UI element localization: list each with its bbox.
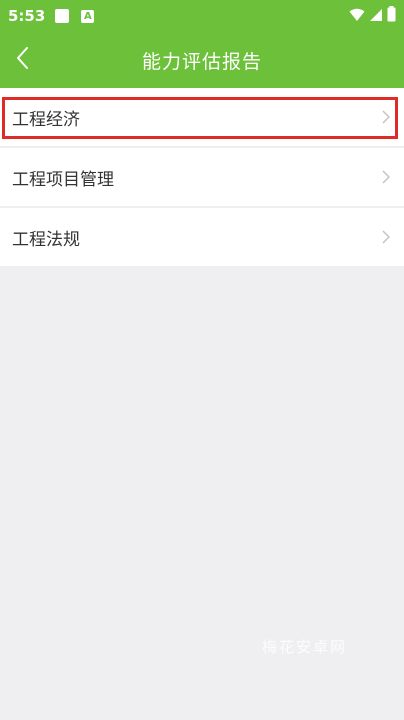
back-button[interactable] [8, 46, 36, 74]
status-icons [349, 6, 396, 26]
chevron-right-icon [382, 110, 392, 124]
chevron-right-icon [382, 230, 392, 244]
page-title: 能力评估报告 [141, 50, 262, 73]
battery-icon [387, 6, 396, 26]
list-item-engineering-economics[interactable]: 工程经济 [0, 88, 404, 146]
notification-icon [55, 9, 70, 23]
cell-signal-icon [369, 7, 383, 26]
status-bar: 5:53 A [0, 0, 404, 32]
list-item-label: 工程经济 [12, 109, 80, 130]
watermark: 梅花安卓网 [262, 638, 348, 656]
list-item-label: 工程项目管理 [12, 169, 114, 190]
status-time: 5:53 [8, 7, 46, 25]
app-bar: 能力评估报告 [0, 32, 404, 88]
chevron-right-icon [382, 170, 392, 184]
list-item-project-management[interactable]: 工程项目管理 [0, 148, 404, 206]
notification-badge: A [81, 9, 95, 23]
report-list: 工程经济 工程项目管理 工程法规 [0, 88, 404, 268]
list-item-label: 工程法规 [12, 229, 80, 250]
chevron-left-icon [15, 46, 29, 74]
list-item-engineering-regulations[interactable]: 工程法规 [0, 208, 404, 266]
wifi-icon [349, 7, 365, 26]
